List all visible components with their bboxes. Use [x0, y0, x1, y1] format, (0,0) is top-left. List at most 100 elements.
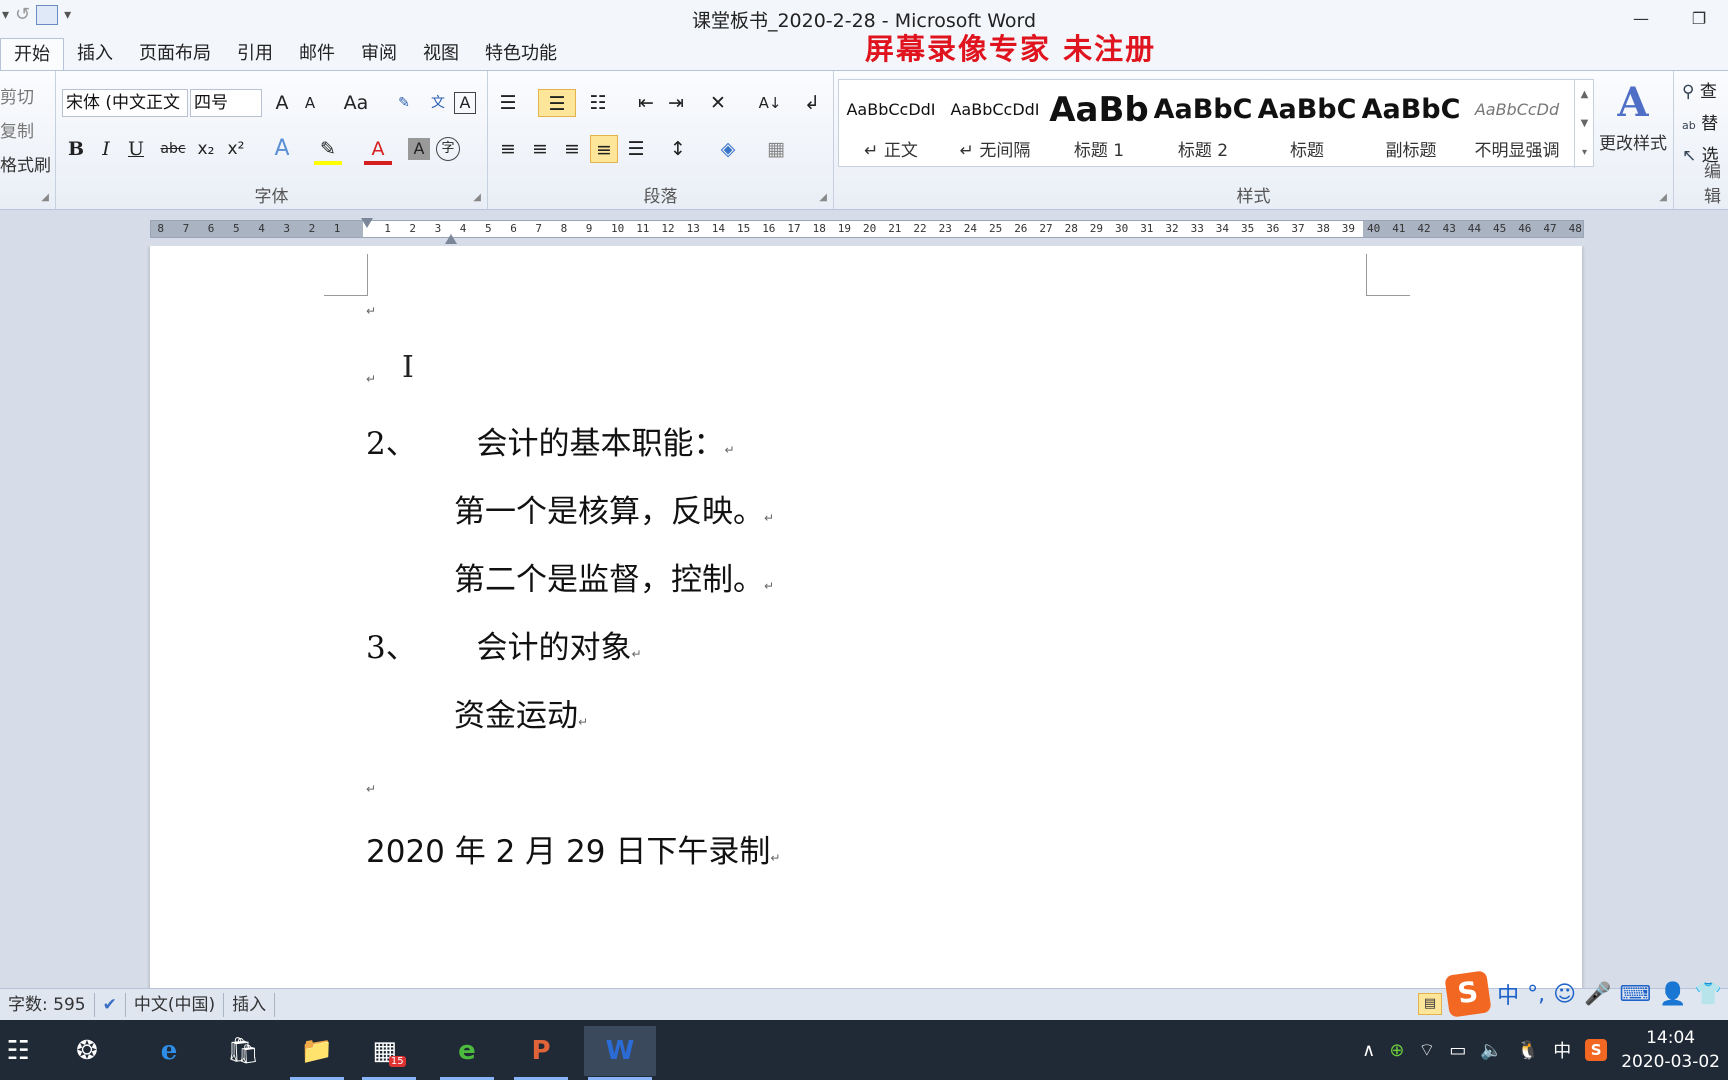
minimize-button[interactable]: — [1612, 0, 1670, 36]
replace-button[interactable]: ab 替 [1682, 109, 1718, 134]
text-line[interactable]: 资金运动↵ [454, 690, 588, 735]
sogou-tray-icon[interactable]: S [1585, 1039, 1608, 1061]
highlight-button[interactable]: ✎ [314, 135, 342, 165]
justify-icon[interactable]: ≡ [590, 135, 618, 163]
task-view-icon[interactable]: ☷ [0, 1026, 36, 1076]
microphone-icon[interactable]: 🎤 [1584, 982, 1611, 1007]
browser-360-icon[interactable]: e [436, 1026, 498, 1080]
shrink-font-button[interactable]: A [296, 89, 324, 117]
text-line[interactable]: 第二个是监督，控制。↵ [454, 554, 774, 599]
strikethrough-button[interactable]: abc [156, 135, 190, 163]
gallery-more-icon[interactable]: ▾ [1575, 138, 1594, 167]
char-shading-button[interactable]: A [408, 138, 430, 160]
list-item-2[interactable]: 2、 会计的基本职能：↵ [366, 418, 735, 463]
tab-mailings[interactable]: 邮件 [286, 38, 348, 70]
chevron-up-icon[interactable]: ∧ [1362, 1040, 1375, 1061]
keyboard-icon[interactable]: ⌨ [1619, 982, 1651, 1007]
align-left-icon[interactable]: ≡ [494, 135, 522, 163]
numbering-icon[interactable]: ☰ [538, 89, 576, 117]
grow-font-button[interactable]: A [268, 89, 296, 117]
edge-browser-icon[interactable]: e [138, 1026, 200, 1076]
tab-insert[interactable]: 插入 [64, 38, 126, 70]
clear-format-icon[interactable]: ✎ [390, 89, 418, 117]
user-icon[interactable]: 👤 [1659, 982, 1686, 1007]
line-spacing-icon[interactable]: ↕ [664, 135, 692, 163]
text-line[interactable]: 第一个是核算，反映。↵ [454, 486, 774, 531]
decrease-indent-icon[interactable]: ⇤ [632, 89, 660, 117]
punctuation-toggle[interactable]: °, [1527, 982, 1545, 1007]
style-no-spacing[interactable]: AaBbCcDdI ↵ 无间隔 [943, 80, 1047, 168]
italic-button[interactable]: I [92, 135, 120, 163]
tab-references[interactable]: 引用 [224, 38, 286, 70]
shading-icon[interactable]: ◈ [714, 135, 742, 163]
superscript-button[interactable]: x² [222, 135, 250, 163]
change-styles-button[interactable]: A 更改样式 [1594, 77, 1672, 177]
tab-special-features[interactable]: 特色功能 [472, 38, 570, 70]
language-indicator[interactable]: 中文(中国) [126, 992, 225, 1017]
style-normal[interactable]: AaBbCcDdI ↵ 正文 [839, 80, 943, 168]
show-marks-icon[interactable]: ↲ [798, 89, 826, 117]
distributed-icon[interactable]: ☰ [622, 135, 650, 163]
text-direction-icon[interactable]: ✕ [704, 89, 732, 117]
char-border-icon[interactable]: A [454, 92, 476, 114]
powerpoint-icon[interactable]: P [510, 1026, 572, 1080]
tab-view[interactable]: 视图 [410, 38, 472, 70]
phonetic-guide-icon[interactable]: 文 [424, 89, 452, 117]
find-button[interactable]: ⚲ 查 [1682, 77, 1717, 102]
qq-icon[interactable]: 🐧 [1517, 1040, 1539, 1061]
print-layout-icon[interactable]: ▤ [1418, 993, 1442, 1015]
tab-review[interactable]: 审阅 [348, 38, 410, 70]
first-line-indent-icon[interactable] [361, 218, 373, 228]
skin-icon[interactable]: 👕 [1695, 982, 1722, 1007]
cut-button[interactable]: 剪切 [0, 83, 34, 108]
bold-button[interactable]: B [62, 135, 90, 163]
list-item-3[interactable]: 3、 会计的对象↵ [366, 622, 642, 667]
style-title[interactable]: AaBbC 标题 [1255, 80, 1359, 168]
ime-mode-toggle[interactable]: 中 [1497, 978, 1519, 1010]
store-icon[interactable]: 🛍 [212, 1026, 274, 1076]
proofing-icon[interactable]: ✔ [95, 992, 126, 1017]
style-subtitle[interactable]: AaBbC 副标题 [1359, 80, 1463, 168]
restore-button[interactable]: ❐ [1670, 0, 1728, 36]
wifi-icon[interactable]: ⌔ [1418, 1039, 1435, 1062]
underline-button[interactable]: U [122, 135, 150, 163]
font-size-box[interactable]: 四号 [190, 89, 262, 117]
sogou-logo-icon[interactable]: S [1444, 970, 1492, 1018]
subscript-button[interactable]: x₂ [192, 135, 220, 163]
battery-icon[interactable]: ▭ [1449, 1040, 1466, 1061]
emoji-icon[interactable]: ☺ [1553, 982, 1576, 1007]
tab-page-layout[interactable]: 页面布局 [126, 38, 224, 70]
enclose-char-button[interactable]: 字 [436, 137, 460, 161]
clipboard-dialog-launcher-icon[interactable]: ◢ [41, 192, 49, 203]
cortana-app-icon[interactable]: ❂ [56, 1026, 118, 1076]
format-painter-button[interactable]: 格式刷 [0, 151, 51, 176]
styles-dialog-launcher-icon[interactable]: ◢ [1659, 192, 1667, 203]
chevron-down-icon[interactable]: ▼ [1575, 109, 1594, 138]
paragraph-dialog-launcher-icon[interactable]: ◢ [819, 192, 827, 203]
clock[interactable]: 14:04 2020-03-02 [1621, 1026, 1720, 1074]
word-icon[interactable]: W [584, 1026, 656, 1080]
sort-icon[interactable]: A↓ [756, 89, 784, 117]
borders-icon[interactable]: ▦ [762, 135, 790, 163]
style-heading-1[interactable]: AaBb 标题 1 [1047, 80, 1151, 168]
indent-marker-icon[interactable] [445, 234, 457, 244]
word-count[interactable]: 字数: 595 [0, 992, 95, 1017]
text-line[interactable]: 2020 年 2 月 29 日下午录制↵ [366, 826, 780, 871]
tray-360-icon[interactable]: ⊕ [1389, 1040, 1404, 1061]
bullets-icon[interactable]: ☰ [494, 89, 522, 117]
style-heading-2[interactable]: AaBbC 标题 2 [1151, 80, 1255, 168]
increase-indent-icon[interactable]: ⇥ [662, 89, 690, 117]
chevron-up-icon[interactable]: ▲ [1575, 80, 1594, 109]
font-name-box[interactable]: 宋体 (中文正文 [62, 89, 188, 117]
ime-indicator[interactable]: 中 [1553, 1037, 1571, 1063]
align-center-icon[interactable]: ≡ [526, 135, 554, 163]
document-page[interactable]: ↵ I ↵ 2、 会计的基本职能：↵ 第一个是核算，反映。↵ 第二个是监督，控制… [150, 246, 1582, 988]
font-color-button[interactable]: A [364, 135, 392, 165]
insert-mode[interactable]: 插入 [224, 992, 276, 1017]
text-effect-button[interactable]: A [268, 135, 296, 163]
volume-icon[interactable]: 🔈 [1480, 1040, 1502, 1061]
align-right-icon[interactable]: ≡ [558, 135, 586, 163]
copy-button[interactable]: 复制 [0, 117, 34, 142]
style-subtle-emphasis[interactable]: AaBbCcDd 不明显强调 [1463, 80, 1571, 168]
tab-home[interactable]: 开始 [0, 38, 64, 70]
